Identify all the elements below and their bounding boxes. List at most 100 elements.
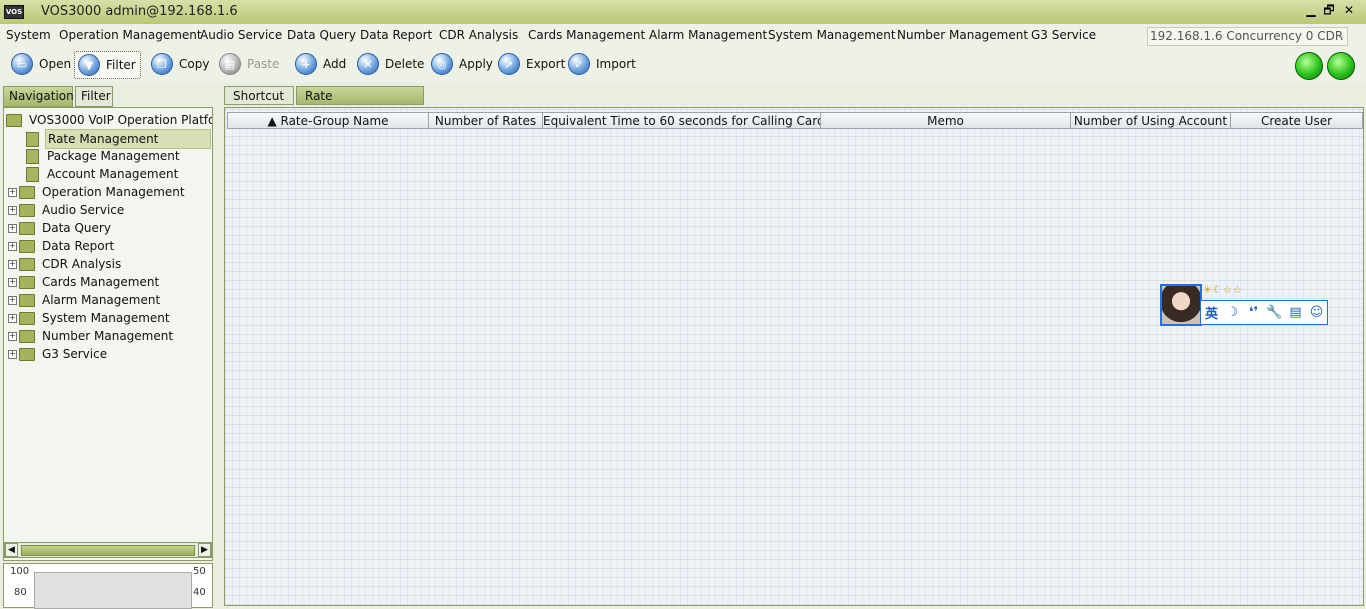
folder-icon <box>19 312 35 325</box>
column-equivalent-time[interactable]: Equivalent Time to 60 seconds for Callin… <box>542 112 820 129</box>
add-button[interactable]: + Add <box>292 51 346 77</box>
ime-bar: 英 ☽ ❛❜ 🔧 ▤ ☺ <box>1200 300 1328 325</box>
column-number-of-rates[interactable]: Number of Rates <box>428 112 542 129</box>
import-label: Import <box>596 57 636 71</box>
tree-group-cdr-analysis[interactable]: + CDR Analysis <box>8 255 123 273</box>
tree-group-system-management[interactable]: + System Management <box>8 309 172 327</box>
moon-icon[interactable]: ☽ <box>1222 305 1243 320</box>
folder-icon <box>19 294 35 307</box>
tree-group-number-management[interactable]: + Number Management <box>8 327 175 345</box>
ime-toolbar[interactable]: ☀☾☆☆ 英 ☽ ❛❜ 🔧 ▤ ☺ <box>1160 284 1328 326</box>
apply-button[interactable]: ◎ Apply <box>428 51 493 77</box>
menu-audio-service[interactable]: Audio Service <box>200 28 282 42</box>
server-status-icon <box>1327 52 1355 80</box>
app-logo: VOS <box>4 5 24 19</box>
page-icon <box>26 132 39 147</box>
expand-icon[interactable]: + <box>8 242 17 251</box>
expand-icon[interactable]: + <box>8 296 17 305</box>
menu-g3-service[interactable]: G3 Service <box>1031 28 1096 42</box>
scrollbar-thumb[interactable] <box>21 545 195 556</box>
expand-icon[interactable]: + <box>8 332 17 341</box>
tree-group-data-query[interactable]: + Data Query <box>8 219 113 237</box>
tree-group-label: System Management <box>42 311 170 325</box>
export-button[interactable]: ➚ Export <box>495 51 565 77</box>
import-button[interactable]: ✓ Import <box>565 51 636 77</box>
title-bar: VOS VOS3000 admin@192.168.1.6 ▁ 🗗 ✕ <box>0 0 1366 25</box>
expand-icon[interactable]: + <box>8 314 17 323</box>
tree-item-package-management[interactable]: Package Management <box>26 147 182 165</box>
tree-group-label: Cards Management <box>42 275 160 289</box>
tree-item-rate-management[interactable]: Rate Management <box>26 129 212 149</box>
open-icon: ▭ <box>11 53 33 75</box>
punctuation-icon[interactable]: ❛❜ <box>1243 305 1264 320</box>
menu-cdr-analysis[interactable]: CDR Analysis <box>439 28 518 42</box>
status-readout: 192.168.1.6 Concurrency 0 CDR 0 <box>1147 27 1348 46</box>
clipboard-icon[interactable]: ▤ <box>1285 305 1306 320</box>
close-icon[interactable]: ✕ <box>1342 3 1356 17</box>
expand-icon[interactable]: + <box>8 206 17 215</box>
menu-system-management[interactable]: System Management <box>768 28 896 42</box>
scroll-left-icon[interactable]: ◀ <box>5 543 18 557</box>
wrench-icon[interactable]: 🔧 <box>1264 305 1285 320</box>
tree-group-label: Audio Service <box>42 203 125 217</box>
folder-icon <box>19 348 35 361</box>
horizontal-scrollbar[interactable]: ◀ ▶ <box>4 542 212 558</box>
paste-button[interactable]: ▤ Paste <box>216 51 279 77</box>
open-button[interactable]: ▭ Open <box>8 51 71 77</box>
column-rate-group-name[interactable]: ▲ Rate-Group Name <box>227 112 428 129</box>
tree-item-account-management[interactable]: Account Management <box>26 165 180 183</box>
rate-group-table-panel: ▲ Rate-Group Name Number of Rates Equiva… <box>224 107 1364 606</box>
tree-group-g3-service[interactable]: + G3 Service <box>8 345 109 363</box>
tree-group-cards-management[interactable]: + Cards Management <box>8 273 161 291</box>
delete-label: Delete <box>385 57 425 71</box>
menu-alarm-management[interactable]: Alarm Management <box>649 28 767 42</box>
tree-group-operation-management[interactable]: + Operation Management <box>8 183 187 201</box>
tree-group-label: CDR Analysis <box>42 257 122 271</box>
menu-cards-management[interactable]: Cards Management <box>528 28 645 42</box>
ime-language-toggle[interactable]: 英 <box>1201 303 1222 322</box>
expand-icon[interactable]: + <box>8 278 17 287</box>
tree-group-label: Operation Management <box>42 185 185 199</box>
tree-group-audio-service[interactable]: + Audio Service <box>8 201 126 219</box>
menu-system[interactable]: System <box>6 28 51 42</box>
restore-icon[interactable]: 🗗 <box>1322 3 1336 17</box>
panel-splitter[interactable] <box>214 86 220 606</box>
column-memo[interactable]: Memo <box>820 112 1070 129</box>
smiley-icon[interactable]: ☺ <box>1306 305 1327 320</box>
folder-icon <box>19 258 35 271</box>
tree-item-label: Package Management <box>47 149 180 163</box>
open-label: Open <box>39 57 72 71</box>
tab-rate-management[interactable]: Rate Management✕ <box>296 86 424 122</box>
folder-icon <box>19 222 35 235</box>
minimize-icon[interactable]: ▁ <box>1304 3 1318 17</box>
expand-icon[interactable]: + <box>8 224 17 233</box>
ime-avatar[interactable] <box>1160 284 1202 326</box>
tree-group-label: G3 Service <box>42 347 108 361</box>
page-icon <box>26 149 39 164</box>
menu-data-report[interactable]: Data Report <box>360 28 432 42</box>
expand-icon[interactable]: + <box>8 188 17 197</box>
window-title: VOS3000 admin@192.168.1.6 <box>41 4 238 19</box>
menu-number-management[interactable]: Number Management <box>897 28 1028 42</box>
monitor-left-mid: 80 <box>14 587 27 598</box>
expand-icon[interactable]: + <box>8 260 17 269</box>
filter-button[interactable]: ▼ Filter <box>74 51 141 79</box>
tab-filter[interactable]: Filter <box>75 86 113 107</box>
scroll-right-icon[interactable]: ▶ <box>198 543 211 557</box>
column-create-user[interactable]: Create User <box>1230 112 1363 129</box>
expand-icon[interactable]: + <box>8 350 17 359</box>
copy-button[interactable]: ❐ Copy <box>148 51 209 77</box>
tab-shortcut[interactable]: Shortcut <box>224 86 294 105</box>
folder-icon <box>6 114 22 127</box>
column-number-of-using-account[interactable]: Number of Using Account <box>1070 112 1230 129</box>
tree-group-alarm-management[interactable]: + Alarm Management <box>8 291 162 309</box>
apply-label: Apply <box>459 57 493 71</box>
ime-skin-icons[interactable]: ☀☾☆☆ <box>1203 285 1243 296</box>
menu-data-query[interactable]: Data Query <box>287 28 356 42</box>
tree-group-data-report[interactable]: + Data Report <box>8 237 116 255</box>
delete-button[interactable]: ✕ Delete <box>354 51 424 77</box>
menu-operation-management[interactable]: Operation Management <box>59 28 202 42</box>
import-icon: ✓ <box>568 53 590 75</box>
tree-root[interactable]: VOS3000 VoIP Operation Platfor... <box>6 111 212 129</box>
tab-navigation[interactable]: Navigation <box>3 86 74 107</box>
